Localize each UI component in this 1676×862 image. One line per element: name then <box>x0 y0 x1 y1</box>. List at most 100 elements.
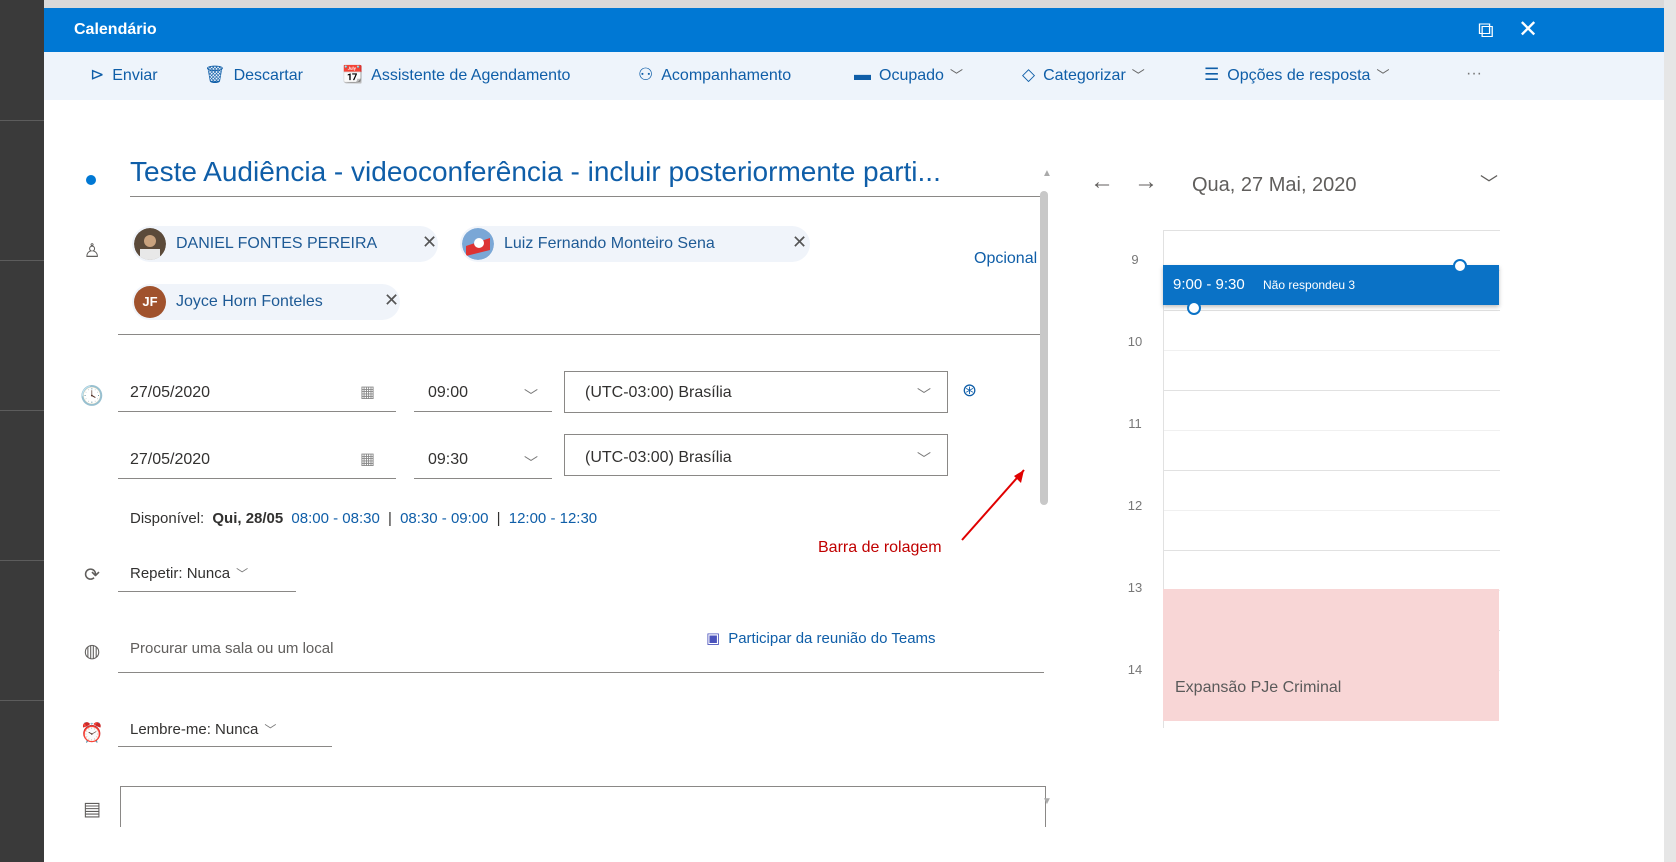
attendee-avatar <box>134 228 166 260</box>
start-time-field[interactable]: 09:00 <box>428 384 468 402</box>
outer-scrollbar[interactable] <box>1664 0 1676 862</box>
repeat-dropdown[interactable]: Repetir: Nunca ﹀ <box>130 565 248 582</box>
people-icon: ⚇ <box>638 65 654 84</box>
chevron-down-icon[interactable]: ﹀ <box>524 453 538 473</box>
reminder-label: Lembre-me: Nunca <box>130 721 259 738</box>
chevron-down-icon: ﹀ <box>1131 68 1145 83</box>
busy-dropdown[interactable]: ▬ Ocupado ﹀ <box>854 65 963 85</box>
grid-line <box>1164 230 1500 231</box>
tracking-button[interactable]: ⚇ Acompanhamento <box>638 65 791 85</box>
busy-event-title: Expansão PJe Criminal <box>1175 679 1342 696</box>
location-underline <box>118 672 1044 673</box>
slot-separator: | <box>388 510 392 527</box>
resize-handle-top[interactable] <box>1453 259 1467 273</box>
time-slot-link[interactable]: 08:00 - 08:30 <box>291 510 379 527</box>
popout-icon[interactable]: ⧉ <box>1478 17 1494 43</box>
start-date-underline <box>118 411 396 412</box>
alarm-clock-icon: ⏰ <box>80 723 104 744</box>
attendee-chip[interactable]: Luiz Fernando Monteiro Sena ✕ <box>460 226 810 262</box>
resize-handle-bottom[interactable] <box>1187 301 1201 315</box>
hour-label: 14 <box>1127 662 1143 677</box>
remove-attendee-icon[interactable]: ✕ <box>792 232 807 253</box>
start-timezone-value: (UTC-03:00) Brasília <box>585 384 732 401</box>
available-label: Disponível: <box>130 510 205 527</box>
discard-button[interactable]: 🗑 Descartar <box>204 65 303 85</box>
availability-suggestions: Disponível: Qui, 28/05 08:00 - 08:30 | 0… <box>130 510 597 527</box>
end-time-underline <box>414 478 552 479</box>
grid-line <box>1164 510 1500 511</box>
scrollbar-thumb[interactable] <box>1040 191 1048 505</box>
discard-label: Descartar <box>233 67 303 84</box>
attendee-avatar: JF <box>134 286 166 318</box>
chevron-down-icon: ﹀ <box>236 567 249 581</box>
send-label: Enviar <box>112 67 158 84</box>
scroll-up-arrow[interactable]: ▲ <box>1042 168 1052 179</box>
end-timezone-select[interactable]: (UTC-03:00) Brasília ﹀ <box>564 434 948 476</box>
start-date-field[interactable]: 27/05/2020 <box>130 384 210 402</box>
attendee-chip[interactable]: DANIEL FONTES PEREIRA ✕ <box>132 226 438 262</box>
scroll-down-arrow[interactable]: ▼ <box>1042 796 1052 807</box>
location-input[interactable]: Procurar uma sala ou um local <box>130 640 333 657</box>
subject-field[interactable]: Teste Audiência - videoconferência - inc… <box>130 156 1044 197</box>
annotation-arrow <box>961 469 1025 541</box>
close-icon[interactable]: ✕ <box>1518 15 1538 44</box>
calendar-event-window: Calendário ⧉ ✕ ⊳ Enviar 🗑 Descartar 📆 Assis… <box>44 8 1664 862</box>
repeat-label: Repetir: Nunca <box>130 565 231 582</box>
attendee-name: Luiz Fernando Monteiro Sena <box>504 235 715 252</box>
scheduling-assistant-button[interactable]: 📆 Assistente de Agendamento <box>342 65 570 85</box>
body-editor[interactable] <box>120 786 1046 827</box>
next-day-arrow[interactable]: → <box>1134 168 1158 196</box>
busy-event-block[interactable]: Expansão PJe Criminal <box>1163 589 1499 721</box>
remove-attendee-icon[interactable]: ✕ <box>384 290 399 311</box>
calendar-date: Qua, 27 Mai, 2020 <box>1192 174 1357 196</box>
response-options-icon: ☰ <box>1204 65 1220 84</box>
categorize-dropdown[interactable]: ◇ Categorizar ﹀ <box>1022 65 1145 85</box>
more-options-button[interactable]: ··· <box>1466 65 1482 83</box>
previous-day-arrow[interactable]: ← <box>1090 168 1114 196</box>
reminder-dropdown[interactable]: Lembre-me: Nunca ﹀ <box>130 721 276 738</box>
chevron-down-icon: ﹀ <box>917 387 931 403</box>
end-time-field[interactable]: 09:30 <box>428 451 468 469</box>
remove-attendee-icon[interactable]: ✕ <box>422 232 437 253</box>
event-time: 9:00 - 9:30 <box>1173 276 1245 293</box>
calendar-picker-icon[interactable]: ▦ <box>360 382 375 402</box>
response-options-dropdown[interactable]: ☰ Opções de resposta ﹀ <box>1204 65 1389 85</box>
end-timezone-value: (UTC-03:00) Brasília <box>585 449 732 466</box>
attendee-name: DANIEL FONTES PEREIRA <box>176 235 378 252</box>
attendees-divider <box>118 334 1044 335</box>
grid-line <box>1164 550 1500 551</box>
start-timezone-select[interactable]: (UTC-03:00) Brasília ﹀ <box>564 371 948 413</box>
reminder-underline <box>118 746 332 747</box>
time-slot-link[interactable]: 12:00 - 12:30 <box>509 510 597 527</box>
start-time-underline <box>414 411 552 412</box>
end-date-field[interactable]: 27/05/2020 <box>130 451 210 469</box>
current-event-block[interactable]: 9:00 - 9:30 Não respondeu 3 <box>1163 265 1499 305</box>
hour-label: 10 <box>1127 334 1143 349</box>
attendee-chip[interactable]: JF Joyce Horn Fonteles ✕ <box>132 284 400 320</box>
send-button[interactable]: ⊳ Enviar <box>90 65 158 85</box>
slot-separator: | <box>496 510 501 527</box>
teams-meeting-toggle[interactable]: ▣ Participar da reunião do Teams <box>706 629 936 647</box>
end-date-underline <box>118 478 396 479</box>
time-slot-link[interactable]: 08:30 - 09:00 <box>400 510 488 527</box>
timezone-globe-icon[interactable]: ⊛ <box>962 380 977 401</box>
chevron-down-icon[interactable]: ﹀ <box>524 386 538 406</box>
tracking-label: Acompanhamento <box>661 67 792 84</box>
grid-line <box>1164 470 1500 471</box>
calendar-picker-icon[interactable]: ▦ <box>360 449 375 469</box>
background-top <box>44 0 1676 8</box>
chevron-down-icon: ﹀ <box>949 68 963 83</box>
event-status: Não respondeu 3 <box>1263 278 1356 292</box>
hour-label: 12 <box>1127 498 1143 513</box>
hour-label: 9 <box>1131 252 1139 267</box>
optional-attendees-link[interactable]: Opcional <box>974 250 1037 268</box>
chevron-down-icon[interactable]: ﹀ <box>1480 170 1498 196</box>
response-options-label: Opções de resposta <box>1227 67 1371 84</box>
unsaved-indicator-dot <box>86 175 96 185</box>
person-icon: ♙ <box>83 241 101 262</box>
busy-label: Ocupado <box>879 67 944 84</box>
scrollbar-annotation: Barra de rolagem <box>818 539 942 556</box>
grid-line <box>1164 390 1500 391</box>
title-bar: Calendário ⧉ ✕ <box>44 8 1664 52</box>
available-day: Qui, 28/05 <box>212 510 284 527</box>
